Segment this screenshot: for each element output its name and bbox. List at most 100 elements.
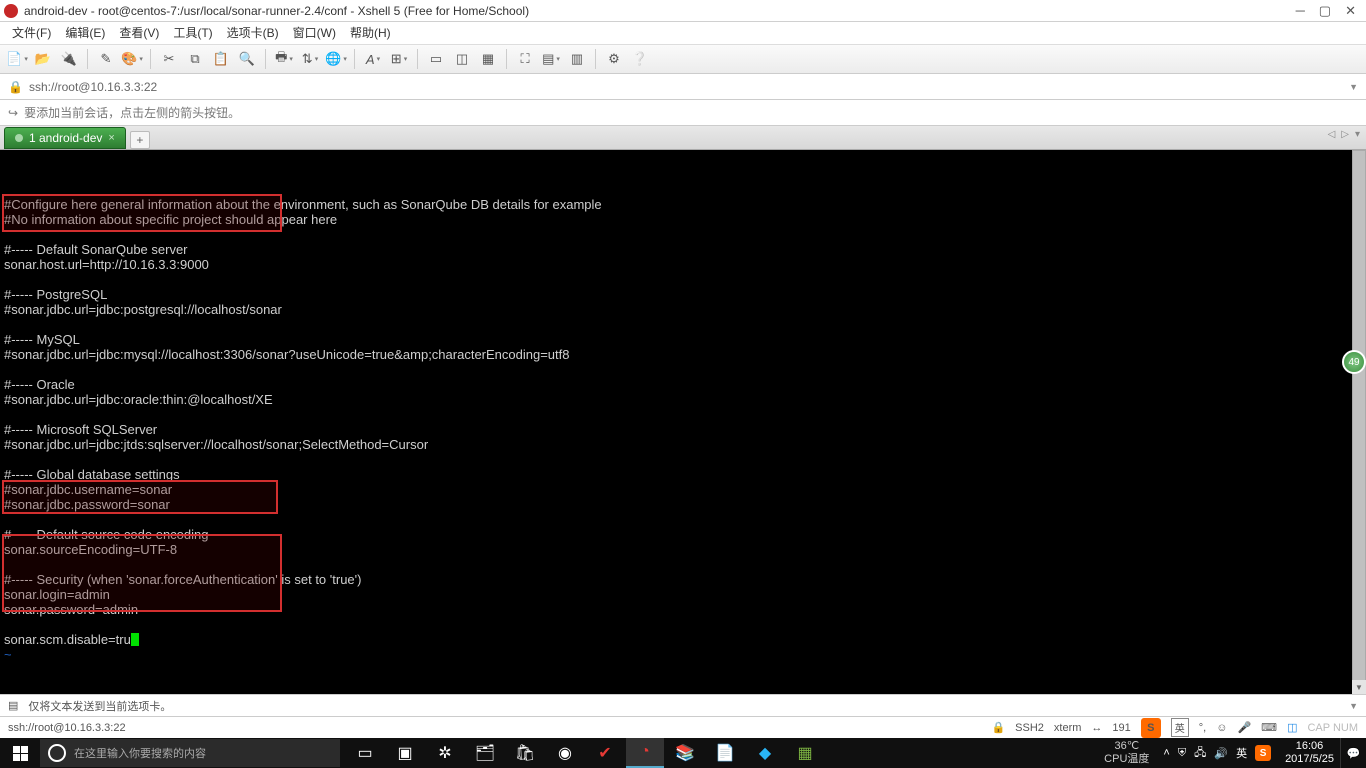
print-icon[interactable]: 🖶 [273, 48, 295, 70]
ime-keyboard-icon[interactable]: ⌨ [1261, 721, 1277, 734]
ime-punct-icon[interactable]: °, [1199, 722, 1206, 734]
ime-grid-icon[interactable]: ◫ [1287, 721, 1297, 734]
tray-vol-icon[interactable]: 🔊 [1214, 747, 1228, 760]
status-caps: CAP NUM [1307, 722, 1358, 734]
hint-text: 要添加当前会话，点击左侧的箭头按钮。 [24, 104, 240, 121]
taskbar-app3-icon[interactable]: ◆ [746, 738, 784, 768]
paste-icon[interactable]: 📋 [210, 48, 232, 70]
encoding-icon[interactable]: ⊞ [388, 48, 410, 70]
scroll-thumb[interactable] [1352, 150, 1366, 694]
ime-mic-icon[interactable]: 🎤 [1237, 721, 1251, 734]
screen2-icon[interactable]: ◫ [451, 48, 473, 70]
terminal-line: #sonar.jdbc.url=jdbc:oracle:thin:@localh… [4, 392, 1362, 407]
terminal[interactable]: ▲ ▼ 49 #Configure here general informati… [0, 150, 1366, 694]
tab-menu-icon[interactable]: ▾ [1355, 129, 1360, 140]
terminal-line: #sonar.jdbc.url=jdbc:jtds:sqlserver://lo… [4, 437, 1362, 452]
send-text: 仅将文本发送到当前选项卡。 [28, 698, 171, 714]
address-field[interactable]: ssh://root@10.16.3.3:22 [29, 80, 1343, 94]
status-bar: ssh://root@10.16.3.3:22 🔒 SSH2 xterm ↔ 1… [0, 716, 1366, 738]
wand-icon[interactable]: ✎ [95, 48, 117, 70]
task-view-icon[interactable]: ▭ [346, 738, 384, 768]
terminal-line: #sonar.jdbc.url=jdbc:postgresql://localh… [4, 302, 1362, 317]
terminal-line: #----- MySQL [4, 332, 1362, 347]
taskbar-notepad-icon[interactable]: 📄 [706, 738, 744, 768]
menu-tabs[interactable]: 选项卡(B) [227, 24, 279, 42]
lock-icon: 🔒 [8, 80, 23, 94]
temp-widget[interactable]: 36℃ CPU温度 [1098, 740, 1155, 766]
tab-close-icon[interactable]: × [108, 132, 114, 144]
taskbar-app2-icon[interactable]: ✔ [586, 738, 624, 768]
menu-window[interactable]: 窗口(W) [293, 24, 336, 42]
notification-icon[interactable]: 💬 [1340, 738, 1366, 768]
toolbar: 📄 📂 🔌 ✎ 🎨 ✂ ⧉ 📋 🔍 🖶 ⇅ 🌐 A ⊞ ▭ ◫ ▦ ⛶ ▤ ▥ … [0, 44, 1366, 74]
new-session-icon[interactable]: 📄 [6, 48, 28, 70]
hint-badge[interactable]: 49 [1342, 350, 1366, 374]
screen1-icon[interactable]: ▭ [425, 48, 447, 70]
tray-lang[interactable]: 英 [1236, 745, 1247, 761]
settings-icon[interactable]: ⚙ [603, 48, 625, 70]
menu-edit[interactable]: 编辑(E) [65, 24, 105, 42]
terminal-line [4, 512, 1362, 527]
find-icon[interactable]: 🔍 [236, 48, 258, 70]
taskbar-xshell-icon[interactable]: ◔ [626, 738, 664, 768]
status-address: ssh://root@10.16.3.3:22 [8, 722, 126, 734]
color-icon[interactable]: 🎨 [121, 48, 143, 70]
menu-tools[interactable]: 工具(T) [173, 24, 212, 42]
clock[interactable]: 16:06 2017/5/25 [1279, 740, 1340, 766]
minimize-button[interactable]: ─ [1296, 3, 1305, 19]
taskbar-notes-icon[interactable]: 📚 [666, 738, 704, 768]
maximize-button[interactable]: ▢ [1319, 3, 1331, 19]
status-term: xterm [1054, 722, 1082, 734]
taskbar-store-icon[interactable]: 🛍 [506, 738, 544, 768]
lang-indicator[interactable]: 英 [1171, 718, 1189, 737]
new-tab-button[interactable]: + [130, 131, 150, 149]
terminal-line: #----- PostgreSQL [4, 287, 1362, 302]
tile-icon[interactable]: ▥ [566, 48, 588, 70]
cut-icon[interactable]: ✂ [158, 48, 180, 70]
terminal-line [4, 317, 1362, 332]
terminal-line: #sonar.jdbc.username=sonar [4, 482, 1362, 497]
fullscreen-icon[interactable]: ⛶ [514, 48, 536, 70]
taskbar-explorer-icon[interactable]: 🗂 [466, 738, 504, 768]
screen3-icon[interactable]: ▦ [477, 48, 499, 70]
taskbar-excel-icon[interactable]: ▦ [786, 738, 824, 768]
start-button[interactable] [0, 738, 40, 768]
terminal-line [4, 557, 1362, 572]
menu-view[interactable]: 查看(V) [119, 24, 159, 42]
open-icon[interactable]: 📂 [32, 48, 54, 70]
windows-search[interactable]: 在这里输入你要搜索的内容 [40, 739, 340, 767]
tray-net-icon[interactable]: 🖧 [1194, 744, 1206, 763]
tab-label: 1 android-dev [29, 131, 102, 145]
send-dropdown-icon[interactable]: ▼ [1349, 701, 1358, 711]
menu-help[interactable]: 帮助(H) [350, 24, 391, 42]
address-dropdown-icon[interactable]: ▼ [1349, 82, 1358, 92]
transfer-icon[interactable]: ⇅ [299, 48, 321, 70]
taskbar-chrome-icon[interactable]: ▣ [386, 738, 424, 768]
tray-up-icon[interactable]: ˄ [1163, 747, 1169, 759]
globe-icon[interactable]: 🌐 [325, 48, 347, 70]
system-tray: ˄ ⛨ 🖧 🔊 英 S [1155, 744, 1279, 763]
tray-shield-icon[interactable]: ⛨ [1178, 747, 1186, 760]
menu-bar: 文件(F) 编辑(E) 查看(V) 工具(T) 选项卡(B) 窗口(W) 帮助(… [0, 22, 1366, 44]
sogou-ime-icon[interactable]: S [1141, 718, 1161, 738]
terminal-line: #----- Global database settings [4, 467, 1362, 482]
scrollbar[interactable]: ▲ ▼ [1352, 150, 1366, 694]
tab-next-icon[interactable]: ▷ [1341, 129, 1349, 140]
scroll-down-icon[interactable]: ▼ [1352, 680, 1366, 694]
taskbar-app1-icon[interactable]: ✲ [426, 738, 464, 768]
tab-prev-icon[interactable]: ◁ [1328, 129, 1336, 140]
ime-smile-icon[interactable]: ☺ [1216, 722, 1227, 734]
terminal-line: sonar.scm.disable=tru [4, 632, 1362, 647]
reconnect-icon[interactable]: 🔌 [58, 48, 80, 70]
taskbar-chrome2-icon[interactable]: ◉ [546, 738, 584, 768]
close-button[interactable]: ✕ [1345, 3, 1356, 19]
tray-sogou-icon[interactable]: S [1255, 745, 1271, 761]
menu-file[interactable]: 文件(F) [12, 24, 51, 42]
terminal-line: #Configure here general information abou… [4, 197, 1362, 212]
copy-icon[interactable]: ⧉ [184, 48, 206, 70]
help-icon[interactable]: ❔ [629, 48, 651, 70]
tab-android-dev[interactable]: 1 android-dev × [4, 127, 126, 149]
arrow-icon[interactable]: ↪ [8, 106, 18, 120]
font-icon[interactable]: A [362, 48, 384, 70]
layout-icon[interactable]: ▤ [540, 48, 562, 70]
